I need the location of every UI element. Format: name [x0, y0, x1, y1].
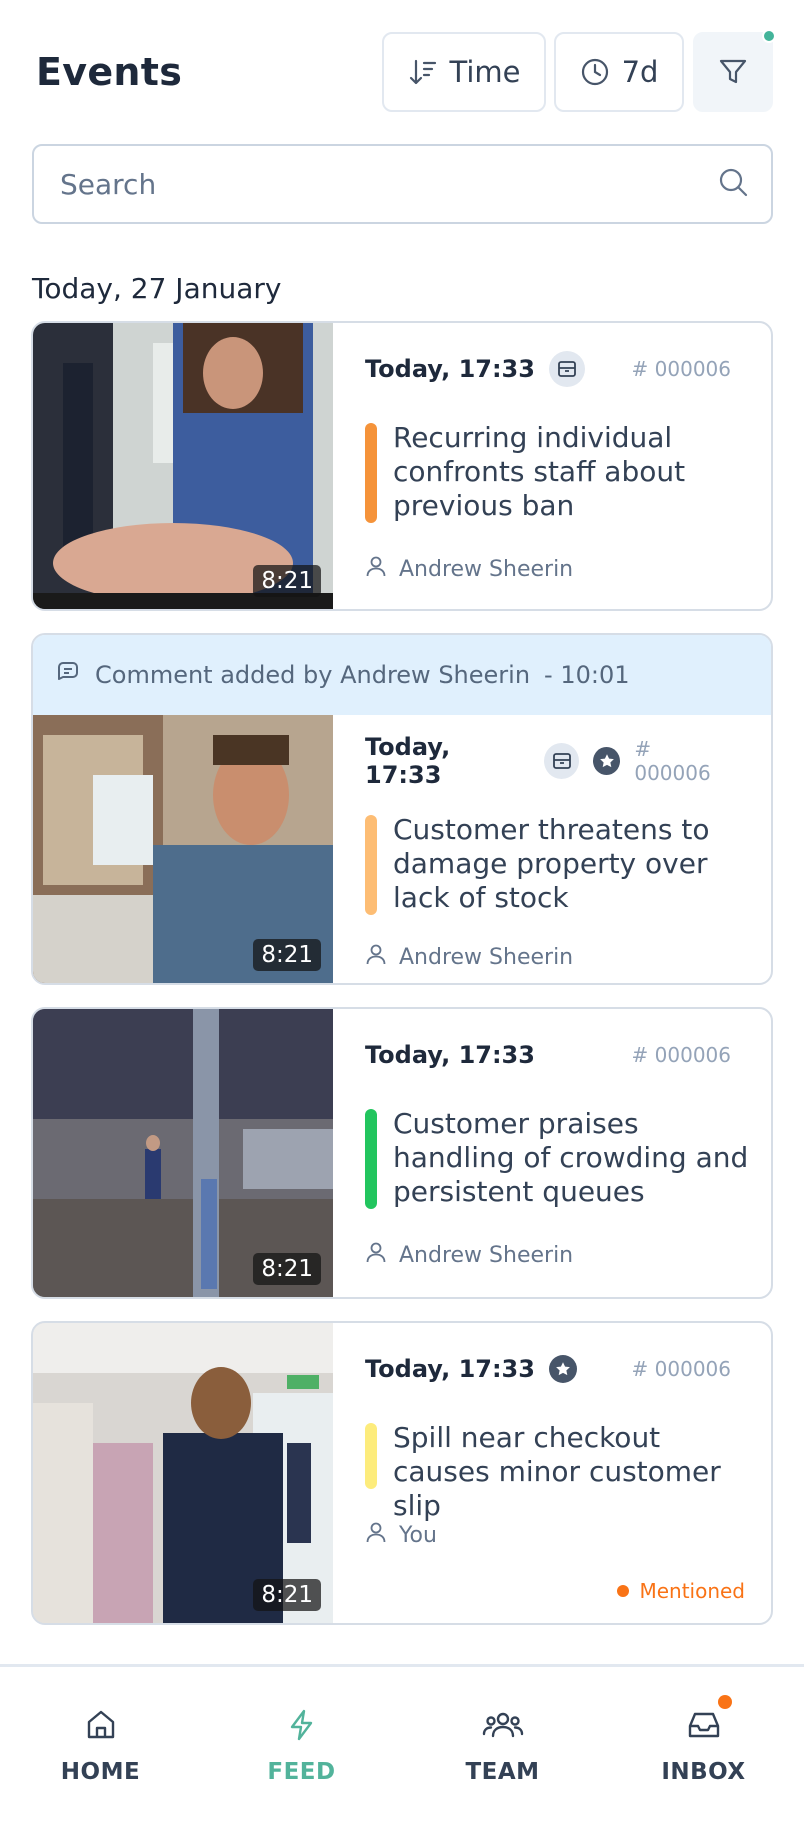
event-time: Today, 17:33: [365, 1041, 535, 1069]
event-title: Customer threatens to damage property ov…: [393, 813, 710, 914]
mentioned-label: Mentioned: [639, 1579, 745, 1603]
nav-inbox-label: INBOX: [661, 1759, 746, 1785]
event-time: Today, 17:33: [365, 1355, 535, 1383]
doc-icon: [544, 743, 580, 779]
sort-time-label: Time: [449, 55, 521, 89]
person-name: Andrew Sheerin: [399, 556, 574, 582]
event-person: You: [365, 1521, 437, 1549]
team-icon: [482, 1707, 524, 1743]
clock-icon: [580, 57, 610, 87]
event-time: Today, 17:33: [365, 355, 535, 383]
mention-dot: [617, 1585, 630, 1597]
mentioned-badge: Mentioned: [617, 1579, 745, 1603]
video-duration: 8:21: [253, 1253, 321, 1285]
person-name: You: [399, 1522, 437, 1548]
event-title: Customer praises handling of crowding an…: [393, 1107, 749, 1208]
severity-bar: [365, 1423, 377, 1489]
nav-team[interactable]: TEAM: [402, 1667, 603, 1832]
user-icon: [365, 555, 387, 583]
event-thumbnail[interactable]: 8:21: [33, 1323, 333, 1623]
event-card[interactable]: 8:21 Today, 17:33 # 000006 Recurring ind…: [31, 321, 773, 611]
user-icon: [365, 1521, 387, 1549]
comment-banner[interactable]: Comment added by Andrew Sheerin - 10:01: [33, 635, 771, 715]
comment-text: Comment added by Andrew Sheerin: [95, 661, 531, 689]
event-card[interactable]: Comment added by Andrew Sheerin - 10:01 …: [31, 633, 773, 985]
nav-inbox[interactable]: INBOX: [603, 1667, 804, 1832]
filter-icon: [717, 56, 749, 88]
event-title: Recurring individual confronts staff abo…: [393, 421, 686, 522]
comment-icon: [55, 659, 81, 691]
time-range-label: 7d: [621, 55, 659, 89]
search-input[interactable]: [60, 167, 717, 201]
time-range-button[interactable]: 7d: [554, 32, 684, 112]
event-time: Today, 17:33: [365, 733, 451, 789]
inbox-notification-dot: [717, 1695, 732, 1709]
event-id: # 000006: [631, 357, 731, 381]
nav-feed[interactable]: FEED: [201, 1667, 402, 1832]
event-title: Spill near checkout causes minor custome…: [393, 1421, 721, 1522]
video-duration: 8:21: [253, 565, 321, 597]
event-id: # 000006: [631, 1043, 731, 1067]
severity-bar: [365, 423, 377, 523]
lightning-icon: [285, 1707, 319, 1743]
event-card[interactable]: 8:21 Today, 17:33 # 000006 Spill near ch…: [31, 1321, 773, 1625]
event-person: Andrew Sheerin: [365, 943, 573, 971]
user-icon: [365, 943, 387, 971]
filter-active-dot: [762, 29, 776, 43]
event-thumbnail[interactable]: 8:21: [33, 323, 333, 609]
sort-time-button[interactable]: Time: [382, 32, 546, 112]
star-icon: [548, 1355, 577, 1383]
search-box[interactable]: [32, 144, 773, 224]
nav-home[interactable]: HOME: [0, 1667, 201, 1832]
nav-team-label: TEAM: [465, 1759, 540, 1785]
sort-descending-icon: [408, 57, 438, 87]
nav-home-label: HOME: [60, 1759, 141, 1785]
person-name: Andrew Sheerin: [399, 1242, 574, 1268]
page-title: Events: [36, 50, 183, 94]
event-id: # 000006: [631, 1357, 731, 1381]
search-icon[interactable]: [717, 166, 749, 202]
severity-bar: [365, 1109, 377, 1209]
event-thumbnail[interactable]: 8:21: [33, 715, 333, 983]
nav-feed-label: FEED: [267, 1759, 336, 1785]
inbox-icon: [686, 1695, 732, 1743]
event-id: # 000006: [634, 737, 711, 785]
event-card[interactable]: 8:21 Today, 17:33 # 000006 Customer prai…: [31, 1007, 773, 1299]
person-name: Andrew Sheerin: [399, 944, 574, 970]
star-icon: [593, 747, 621, 775]
event-person: Andrew Sheerin: [365, 1241, 573, 1269]
bottom-nav: HOME FEED TEAM INBOX: [0, 1664, 804, 1832]
home-icon: [84, 1707, 118, 1743]
video-duration: 8:21: [253, 1579, 321, 1611]
header: Events Time 7d: [0, 0, 804, 130]
section-date-header: Today, 27 January: [32, 272, 282, 305]
video-duration: 8:21: [253, 939, 321, 971]
doc-icon: [548, 351, 585, 387]
event-thumbnail[interactable]: 8:21: [33, 1009, 333, 1297]
user-icon: [365, 1241, 387, 1269]
event-person: Andrew Sheerin: [365, 555, 573, 583]
comment-time: - 10:01: [544, 661, 630, 689]
filter-button[interactable]: [693, 29, 776, 112]
severity-bar: [365, 815, 377, 915]
